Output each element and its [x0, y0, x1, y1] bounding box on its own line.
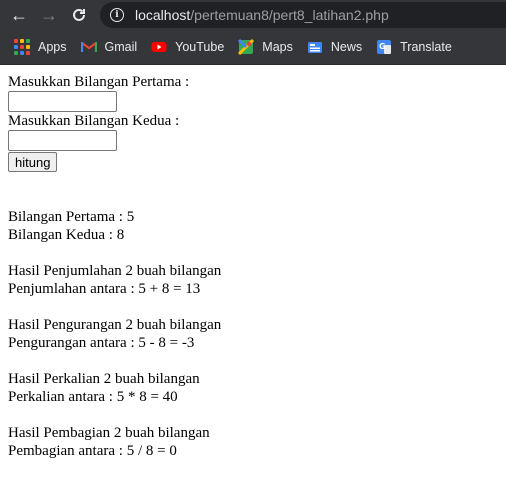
first-number-label: Masukkan Bilangan Pertama : [8, 74, 190, 90]
url-path: /pertemuan8/pert8_latihan2.php [190, 7, 389, 23]
division-title: Hasil Pembagian 2 buah bilangan [8, 425, 210, 441]
youtube-icon [151, 42, 167, 52]
bookmark-label: Apps [38, 40, 67, 54]
bookmark-news[interactable]: News [307, 39, 362, 55]
bookmark-apps[interactable]: Apps [14, 39, 67, 55]
hitung-button[interactable]: hitung [8, 152, 58, 172]
reload-glyph [73, 8, 85, 21]
bookmark-label: YouTube [175, 40, 225, 54]
division-line: Pembagian antara : 5 / 8 = 0 [8, 443, 177, 459]
product-line: Perkalian antara : 5 * 8 = 40 [8, 389, 178, 405]
bookmark-gmail[interactable]: Gmail [80, 39, 138, 55]
bookmark-youtube[interactable]: YouTube [151, 39, 224, 55]
apps-grid-icon [14, 39, 30, 55]
bookmark-maps[interactable]: Maps [238, 39, 293, 55]
gmail-icon [80, 42, 97, 52]
news-icon [307, 42, 322, 53]
browser-toolbar: ← → i localhost/pertemuan8/pert8_latihan… [0, 0, 506, 30]
bookmarks-bar: Apps Gmail YouTube Maps News G Translate [0, 30, 506, 65]
bookmark-label: Translate [400, 40, 452, 54]
maps-icon [238, 39, 255, 55]
results: Bilangan Pertama : 5 Bilangan Kedua : 8 … [8, 208, 498, 460]
product-title: Hasil Perkalian 2 buah bilangan [8, 371, 200, 387]
bookmark-label: Gmail [104, 40, 138, 54]
bookmark-label: Maps [262, 40, 293, 54]
translate-icon: G [377, 40, 392, 54]
second-number-label: Masukkan Bilangan Kedua : [8, 113, 180, 129]
back-icon[interactable]: ← [8, 4, 30, 26]
forward-icon[interactable]: → [38, 4, 60, 26]
reload-icon[interactable] [68, 4, 90, 26]
second-number-result: Bilangan Kedua : 8 [8, 227, 125, 243]
sum-line: Penjumlahan antara : 5 + 8 = 13 [8, 281, 201, 297]
info-icon[interactable]: i [110, 8, 124, 22]
difference-title: Hasil Pengurangan 2 buah bilangan [8, 317, 222, 333]
address-bar[interactable]: i localhost/pertemuan8/pert8_latihan2.ph… [100, 2, 506, 28]
svg-text:G: G [379, 42, 386, 51]
page-content: Masukkan Bilangan Pertama : Masukkan Bil… [0, 65, 506, 460]
url-host: localhost [135, 7, 191, 23]
first-number-input[interactable] [8, 91, 117, 112]
sum-title: Hasil Penjumlahan 2 buah bilangan [8, 263, 222, 279]
bookmark-translate[interactable]: G Translate [376, 39, 452, 55]
second-number-input[interactable] [8, 130, 117, 151]
first-number-result: Bilangan Pertama : 5 [8, 209, 135, 225]
difference-line: Pengurangan antara : 5 - 8 = -3 [8, 335, 195, 351]
bookmark-label: News [330, 40, 363, 54]
